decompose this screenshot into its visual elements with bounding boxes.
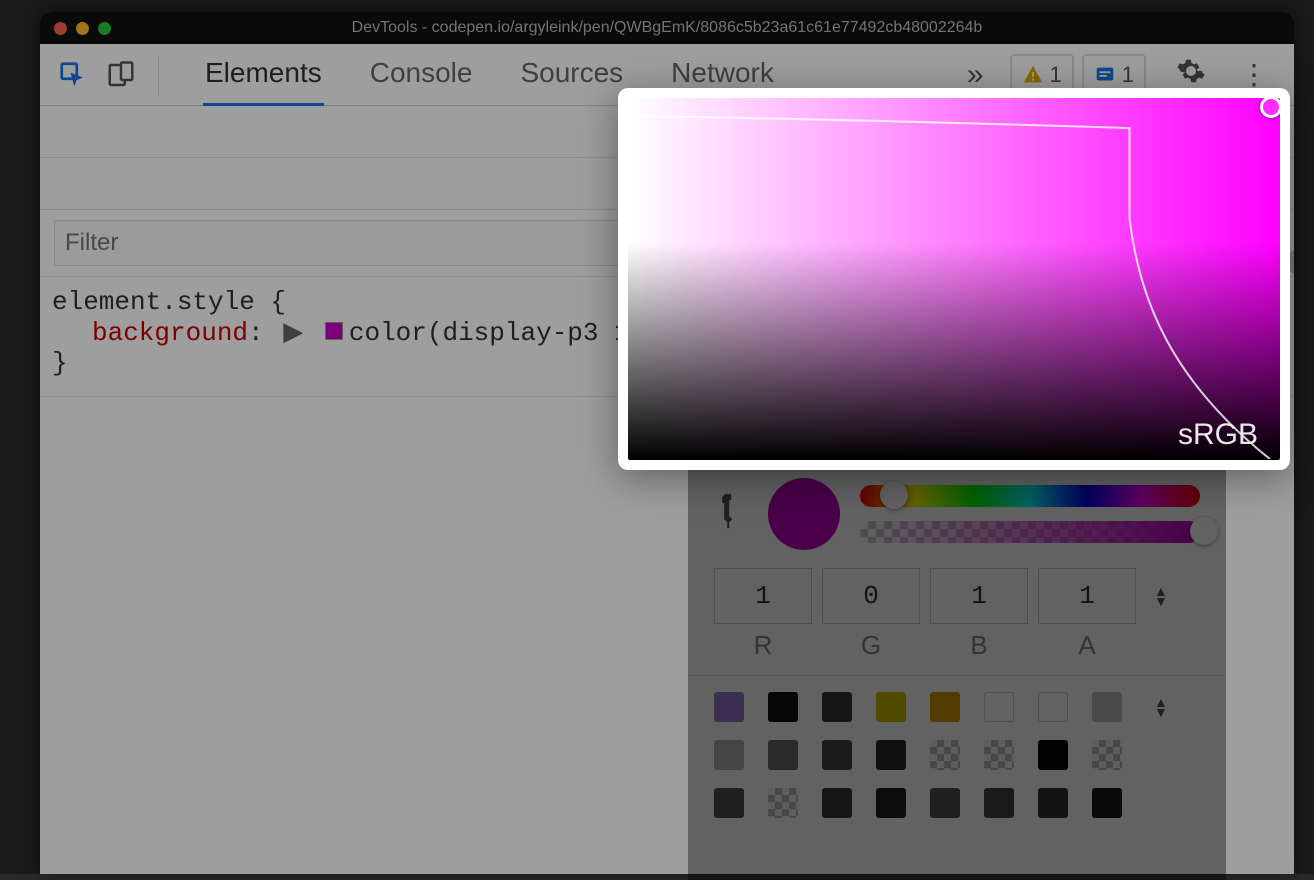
color-picker-popup: sRGB	[618, 88, 1290, 470]
gamut-boundary	[628, 98, 1280, 459]
gamut-label: sRGB	[1178, 418, 1258, 452]
color-spectrum[interactable]: sRGB	[628, 98, 1280, 460]
spectrum-handle[interactable]	[1260, 98, 1280, 118]
dim-overlay-controls	[688, 462, 1226, 880]
